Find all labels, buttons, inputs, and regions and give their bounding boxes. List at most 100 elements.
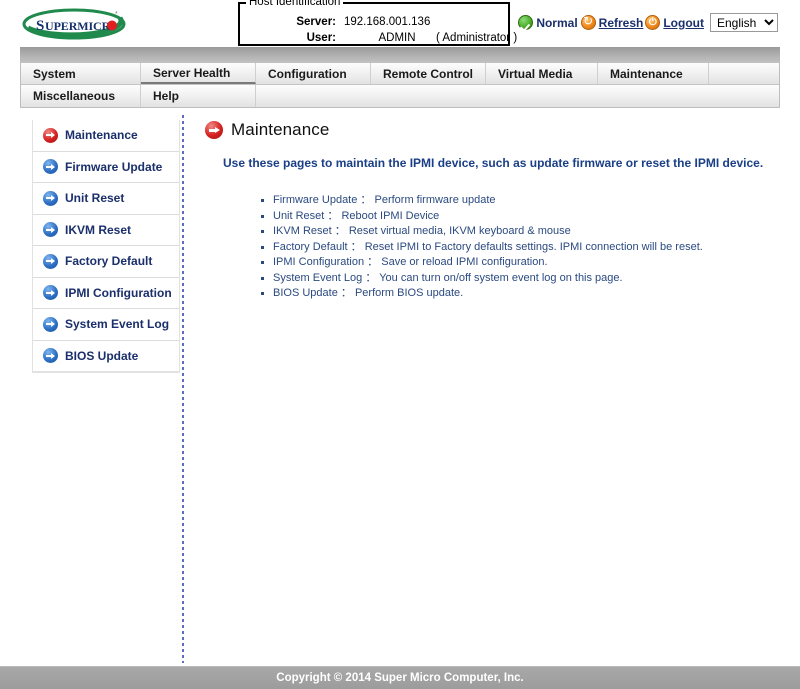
feature-description: Save or reload IPMI configuration. bbox=[381, 256, 548, 268]
feature-name: IKVM Reset bbox=[273, 225, 332, 237]
list-item: Factory Default ： Reset IPMI to Factory … bbox=[261, 240, 775, 255]
list-item: IPMI Configuration ： Save or reload IPMI… bbox=[261, 255, 775, 270]
feature-list: Firmware Update ： Perform firmware updat… bbox=[205, 193, 775, 301]
supermicro-logo-svg: S UPERMICR * bbox=[22, 8, 126, 40]
arrow-right-icon bbox=[43, 348, 58, 364]
feature-separator: ： bbox=[367, 256, 379, 268]
menu-item-maintenance[interactable]: Maintenance bbox=[598, 63, 709, 84]
arrow-right-icon bbox=[43, 159, 58, 175]
menu-item-remote-control[interactable]: Remote Control bbox=[371, 63, 486, 84]
menu-item-configuration[interactable]: Configuration bbox=[256, 63, 371, 84]
sidebar-item-ipmi-configuration[interactable]: IPMI Configuration bbox=[33, 277, 179, 309]
sidebar-item-bios-update[interactable]: BIOS Update bbox=[33, 340, 179, 372]
list-item: IKVM Reset ： Reset virtual media, IKVM k… bbox=[261, 224, 775, 239]
sidebar-item-ikvm-reset[interactable]: IKVM Reset bbox=[33, 214, 179, 246]
feature-separator: ： bbox=[360, 194, 372, 206]
refresh-icon[interactable] bbox=[580, 14, 596, 30]
logout-icon[interactable] bbox=[645, 15, 661, 30]
feature-name: System Event Log bbox=[273, 271, 363, 284]
arrow-right-icon bbox=[43, 253, 58, 269]
feature-separator: ： bbox=[340, 287, 352, 299]
list-item: Firmware Update ： Perform firmware updat… bbox=[261, 193, 775, 208]
svg-text:S: S bbox=[36, 18, 44, 34]
sidebar-item-label: IKVM Reset bbox=[65, 222, 132, 237]
status-normal-label: Normal bbox=[536, 15, 578, 30]
ipmi-page: S UPERMICR * Host Identification Server:… bbox=[0, 0, 800, 689]
host-user-role: ( Administrator ) bbox=[436, 32, 518, 44]
feature-name: Firmware Update bbox=[273, 194, 358, 206]
arrow-right-icon bbox=[43, 127, 58, 143]
feature-separator: ： bbox=[327, 209, 339, 222]
feature-name: Unit Reset bbox=[273, 209, 325, 222]
host-server-value: 192.168.001.136 bbox=[344, 16, 431, 28]
copyright-text: Copyright © 2014 Super Micro Computer, I… bbox=[276, 672, 524, 684]
sidebar-item-factory-default[interactable]: Factory Default bbox=[33, 246, 179, 278]
sidebar-item-maintenance[interactable]: Maintenance bbox=[33, 120, 179, 152]
menu-item-server-health[interactable]: Server Health bbox=[141, 63, 256, 84]
sidebar-content-divider bbox=[182, 115, 184, 663]
page-title-row: Maintenance bbox=[205, 120, 775, 140]
sidebar-item-label: BIOS Update bbox=[65, 348, 139, 363]
svg-text:UPERMICR: UPERMICR bbox=[45, 19, 111, 33]
sidebar-item-system-event-log[interactable]: System Event Log bbox=[33, 309, 179, 341]
feature-description: Reset virtual media, IKVM keyboard & mou… bbox=[348, 225, 571, 237]
svg-text:*: * bbox=[115, 11, 118, 18]
host-identification-legend: Host Identification bbox=[246, 0, 344, 8]
page-intro-text: Use these pages to maintain the IPMI dev… bbox=[223, 156, 764, 170]
main-menu: System Server Health Configuration Remot… bbox=[20, 63, 780, 108]
feature-description: Reboot IPMI Device bbox=[341, 209, 440, 222]
feature-name: IPMI Configuration bbox=[273, 256, 365, 268]
arrow-right-icon bbox=[43, 285, 58, 301]
arrow-right-icon bbox=[43, 316, 58, 332]
menu-item-help[interactable]: Help bbox=[141, 85, 256, 107]
host-server-row: Server: 192.168.001.136 bbox=[240, 16, 508, 28]
feature-name: BIOS Update bbox=[273, 287, 338, 299]
refresh-link[interactable]: Refresh bbox=[596, 16, 646, 30]
menu-item-miscellaneous[interactable]: Miscellaneous bbox=[21, 85, 141, 107]
feature-description: Perform firmware update bbox=[374, 194, 496, 206]
menu-row-2-filler bbox=[256, 85, 779, 107]
header-gray-band bbox=[20, 47, 780, 63]
status-ok-icon bbox=[518, 15, 534, 30]
sidebar-item-label: Firmware Update bbox=[65, 159, 163, 174]
list-item: System Event Log ： You can turn on/off s… bbox=[261, 271, 775, 286]
arrow-right-icon bbox=[43, 222, 58, 238]
language-select[interactable]: English bbox=[710, 13, 778, 32]
feature-separator: ： bbox=[334, 225, 346, 237]
sidebar-item-label: System Event Log bbox=[65, 317, 170, 332]
sidebar-item-label: Factory Default bbox=[65, 254, 153, 269]
feature-description: Perform BIOS update. bbox=[354, 287, 464, 299]
host-identification-box: Host Identification Server: 192.168.001.1… bbox=[238, 0, 518, 46]
sidebar-item-unit-reset[interactable]: Unit Reset bbox=[33, 183, 179, 215]
menu-item-virtual-media[interactable]: Virtual Media bbox=[486, 63, 598, 84]
menu-row-1-filler bbox=[709, 63, 779, 84]
page-footer: Copyright © 2014 Super Micro Computer, I… bbox=[0, 667, 800, 689]
page-header: S UPERMICR * Host Identification Server:… bbox=[0, 0, 800, 48]
list-item: BIOS Update ： Perform BIOS update. bbox=[261, 286, 775, 301]
host-user-row: User: ADMIN ( Administrator ) bbox=[240, 32, 518, 44]
feature-description: You can turn on/off system event log on … bbox=[379, 271, 623, 284]
main-content: Maintenance Use these pages to maintain … bbox=[205, 120, 775, 302]
feature-description: Reset IPMI to Factory defaults settings.… bbox=[364, 240, 703, 253]
logout-link[interactable]: Logout bbox=[660, 16, 706, 30]
menu-row-2: Miscellaneous Help bbox=[21, 85, 779, 107]
menu-item-system[interactable]: System bbox=[21, 63, 141, 84]
feature-separator: ： bbox=[350, 240, 362, 253]
sidebar-item-label: IPMI Configuration bbox=[65, 285, 172, 300]
arrow-right-icon bbox=[43, 190, 58, 206]
sidebar-item-firmware-update[interactable]: Firmware Update bbox=[33, 151, 179, 183]
host-user-value: ADMIN bbox=[378, 32, 416, 44]
feature-name: Factory Default bbox=[273, 240, 348, 253]
menu-row-1: System Server Health Configuration Remot… bbox=[21, 63, 779, 85]
sidebar-item-label: Maintenance bbox=[65, 128, 138, 143]
supermicro-logo: S UPERMICR * bbox=[20, 6, 130, 42]
sidebar: Maintenance Firmware Update Unit Reset I… bbox=[32, 120, 180, 373]
sidebar-item-label: Unit Reset bbox=[65, 191, 125, 206]
host-user-label: User: bbox=[306, 32, 336, 44]
status-area: Normal Refresh Logout English bbox=[518, 13, 778, 32]
page-title: Maintenance bbox=[231, 120, 330, 139]
arrow-right-icon bbox=[205, 121, 223, 139]
list-item: Unit Reset ： Reboot IPMI Device bbox=[261, 209, 775, 224]
host-server-label: Server: bbox=[296, 16, 336, 28]
feature-separator: ： bbox=[365, 271, 377, 284]
